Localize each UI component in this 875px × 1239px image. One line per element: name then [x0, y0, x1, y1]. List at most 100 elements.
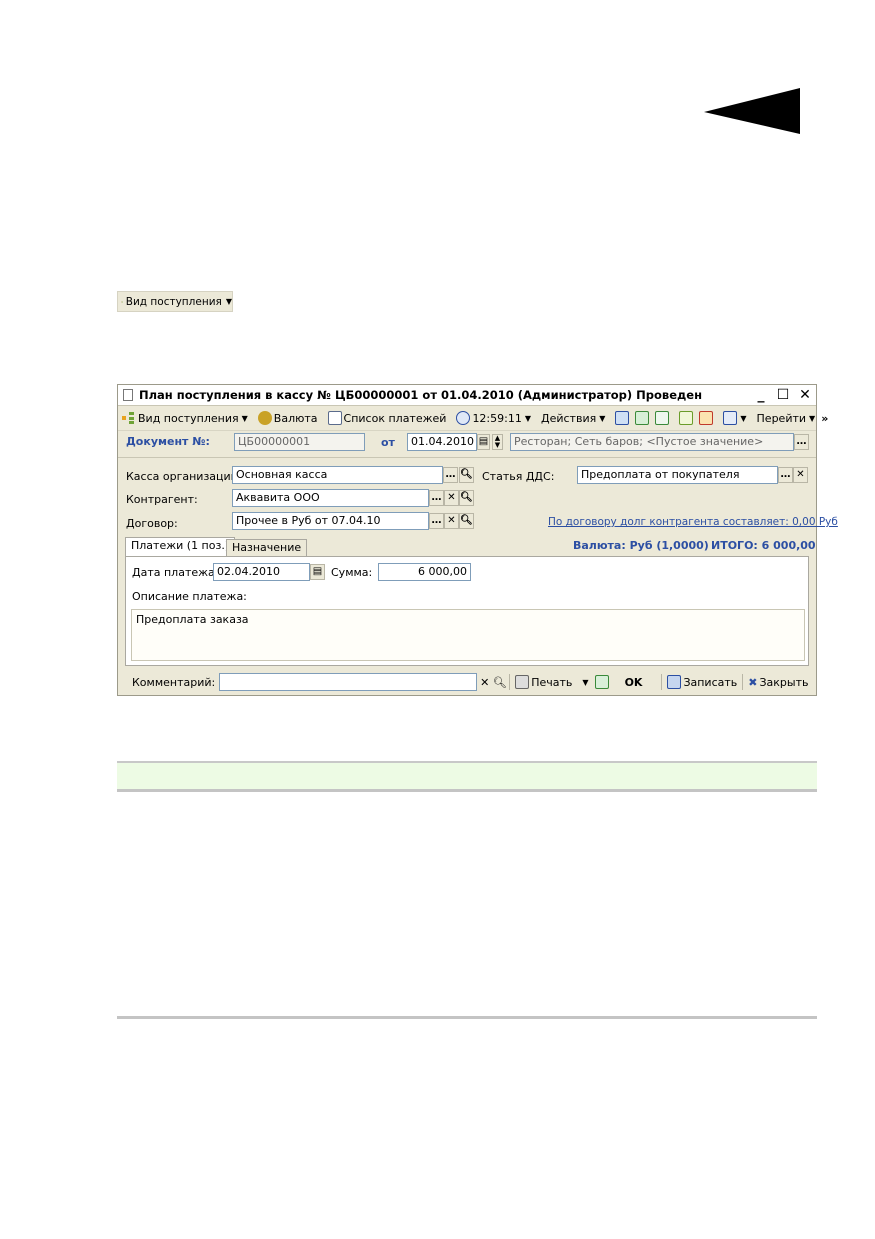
save-button[interactable]: Записать [664, 672, 740, 692]
actions-menu[interactable]: Действия ▼ [538, 408, 608, 428]
document-icon [123, 389, 133, 401]
ok-label: OK [624, 675, 643, 689]
goto-menu[interactable]: Перейти ▼ [754, 408, 819, 428]
cash-field[interactable]: Основная касса [232, 466, 443, 484]
calendar-icon[interactable]: ▤ [477, 434, 490, 450]
clear-icon[interactable]: ✕ [444, 513, 459, 529]
contract-field[interactable]: Прочее в Руб от 07.04.10 [232, 512, 429, 530]
doc-date-field[interactable]: 01.04.2010 [407, 433, 477, 451]
save-label: Записать [683, 675, 738, 689]
ok-button[interactable]: OK [592, 672, 660, 692]
currency-button[interactable]: Валюта [255, 408, 321, 428]
printer-icon [515, 675, 530, 689]
payments-list-button[interactable]: Список платежей [325, 408, 450, 428]
comment-label: Комментарий: [132, 675, 216, 689]
counterparty-select-button[interactable]: … [429, 490, 444, 506]
post-button[interactable] [612, 408, 632, 428]
divider-line-bottom [117, 1016, 817, 1019]
structure-icon [723, 411, 738, 425]
sum-field[interactable]: 6 000,00 [378, 563, 471, 581]
corner-triangle-marker [704, 88, 800, 134]
vid-postupleniya-button[interactable]: Вид поступления ▼ [118, 408, 251, 428]
table-icon [327, 411, 342, 425]
chevron-down-icon: ▼ [582, 677, 589, 687]
movements-button[interactable] [676, 408, 696, 428]
time-button[interactable]: 12:59:11 ▼ [453, 408, 534, 428]
contract-select-button[interactable]: … [429, 513, 444, 529]
search-icon[interactable]: 🔍︎ [459, 513, 474, 529]
search-icon[interactable]: 🔍︎ [492, 676, 507, 689]
header-divider [118, 457, 816, 458]
tab-purpose[interactable]: Назначение [226, 539, 308, 557]
comment-field[interactable] [219, 673, 478, 691]
dds-select-button[interactable]: … [778, 467, 793, 483]
window-title: План поступления в кассу № ЦБ00000001 от… [139, 388, 703, 402]
description-text: Предоплата заказа [136, 613, 249, 626]
document-red-icon [699, 411, 714, 425]
bottom-bar: Комментарий: ✕ 🔍︎ Печать ▼ OK Записать ✖… [118, 669, 816, 695]
organization-info-field[interactable]: Ресторан; Сеть баров; <Пустое значение> [510, 433, 794, 451]
chevron-down-icon: ▼ [225, 297, 232, 306]
payments-panel: Дата платежа: 02.04.2010 ▤ Сумма: 6 000,… [125, 556, 809, 666]
date-spin-button[interactable]: ▲ ▼ [492, 434, 503, 450]
chevron-down-icon: ▼ [241, 413, 248, 423]
clear-icon[interactable]: ✕ [793, 467, 808, 483]
calendar-icon[interactable]: ▤ [310, 564, 325, 580]
contract-label: Договор: [126, 517, 178, 530]
floppy-disk-icon [667, 675, 682, 689]
total-amount: ИТОГО: 6 000,00 [711, 539, 816, 552]
chevron-down-icon: ▼ [809, 413, 816, 423]
description-label: Описание платежа: [132, 590, 247, 603]
hierarchy-icon [121, 300, 123, 303]
copy-icon [655, 411, 670, 425]
debt-info-link[interactable]: По договору долг контрагента составляет:… [548, 516, 838, 528]
structure-button[interactable]: ▼ [720, 408, 749, 428]
tab-payments[interactable]: Платежи (1 поз.) [125, 537, 236, 557]
search-icon[interactable]: 🔍︎ [459, 490, 474, 506]
cash-select-button[interactable]: … [443, 467, 458, 483]
doc-num-label: Документ №: [126, 435, 210, 448]
refresh-button[interactable] [632, 408, 652, 428]
close-window-button[interactable]: ✕ [794, 387, 816, 403]
org-select-button[interactable]: … [794, 434, 809, 450]
coins-icon [257, 411, 272, 425]
chevron-down-icon: ▼ [599, 413, 606, 423]
hierarchy-icon [122, 412, 134, 424]
vid-label: Вид поступления [138, 411, 239, 425]
more-label: » [821, 411, 829, 425]
clock-icon [456, 411, 471, 425]
close-button[interactable]: ✖ Закрыть [745, 672, 811, 692]
payment-date-field[interactable]: 02.04.2010 [213, 563, 310, 581]
chevron-down-icon: ▼ [740, 413, 747, 423]
dds-label: Статья ДДС: [482, 470, 555, 483]
unpost-button[interactable] [696, 408, 716, 428]
toolbar-more-button[interactable]: » [818, 408, 831, 428]
close-x-icon: ✖ [748, 675, 758, 689]
time-label: 12:59:11 [472, 411, 522, 425]
counterparty-field[interactable]: Аквавита ООО [232, 489, 429, 507]
divider-line [117, 789, 817, 792]
toolbar-separator [509, 674, 511, 690]
window-titlebar: План поступления в кассу № ЦБ00000001 от… [118, 385, 816, 406]
clear-icon[interactable]: ✕ [444, 490, 459, 506]
payment-date-label: Дата платежа: [132, 566, 219, 579]
maximize-button[interactable]: ☐ [772, 387, 794, 403]
dds-field[interactable]: Предоплата от покупателя [577, 466, 778, 484]
document-window: План поступления в кассу № ЦБ00000001 от… [117, 384, 838, 696]
search-icon[interactable]: 🔍︎ [459, 467, 474, 483]
actions-label: Действия [541, 411, 597, 425]
clear-icon[interactable]: ✕ [477, 676, 492, 689]
copy-button[interactable] [652, 408, 672, 428]
close-label: Закрыть [759, 675, 809, 689]
document-green-icon [679, 411, 694, 425]
currency-label: Валюта [273, 411, 318, 425]
goto-label: Перейти [756, 411, 807, 425]
doc-num-field[interactable]: ЦБ00000001 [234, 433, 365, 451]
print-button[interactable]: Печать ▼ [512, 672, 591, 692]
minimize-button[interactable]: _ [750, 387, 772, 403]
description-textarea[interactable]: Предоплата заказа [131, 609, 805, 661]
cash-label: Касса организации: [126, 470, 242, 483]
counterparty-label: Контрагент: [126, 493, 198, 506]
refresh-icon [635, 411, 650, 425]
vid-postupleniya-button-standalone[interactable]: Вид поступления ▼ [117, 291, 233, 312]
